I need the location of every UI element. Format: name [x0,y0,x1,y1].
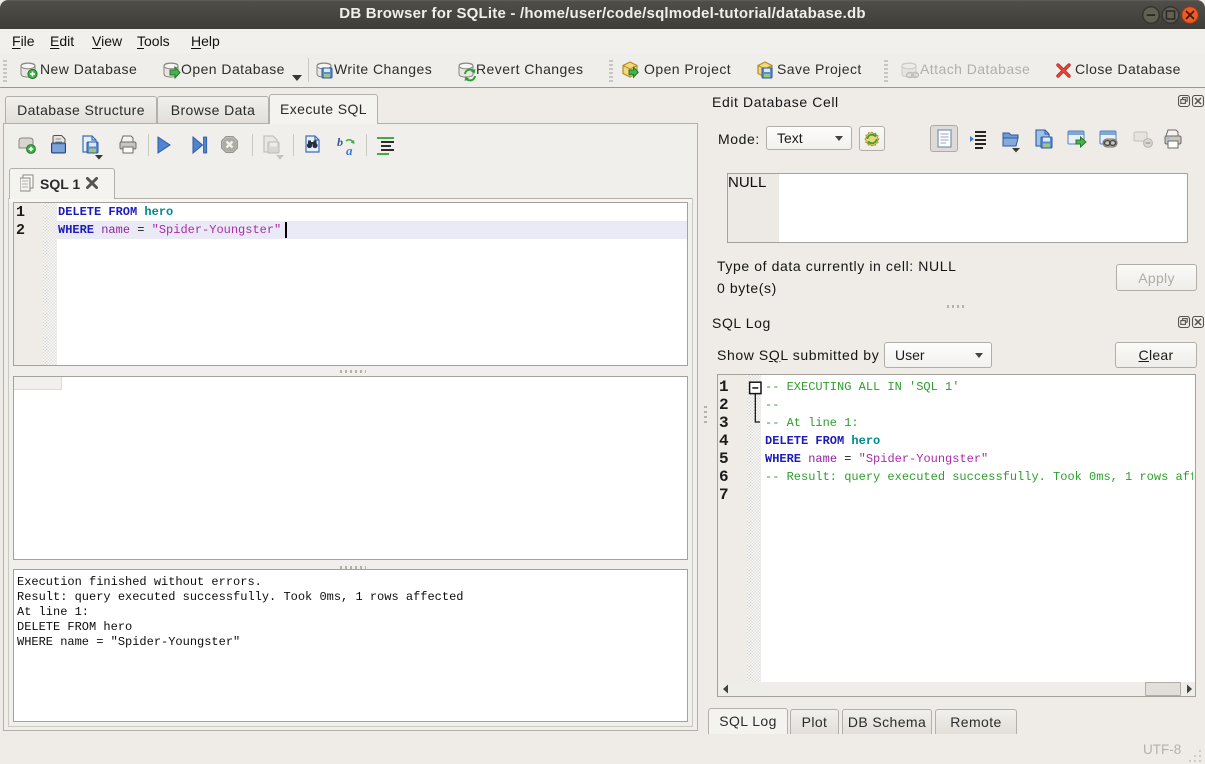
svg-text:b: b [337,135,343,149]
svg-text:a: a [346,143,353,158]
